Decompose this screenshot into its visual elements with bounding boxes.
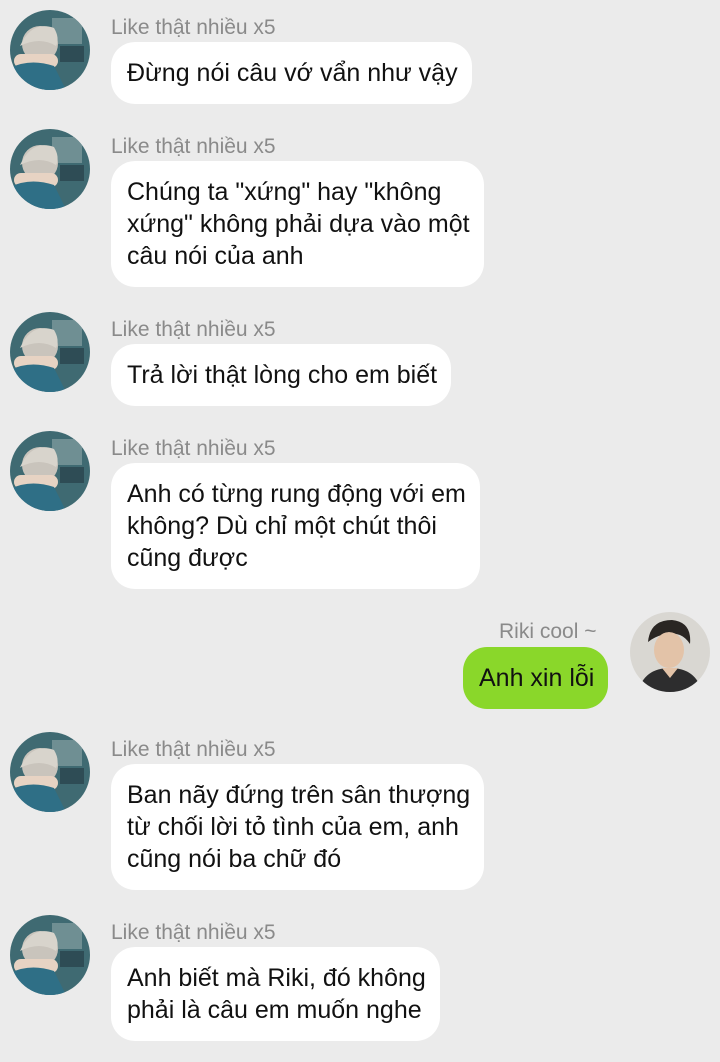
avatar-boy-icon[interactable] xyxy=(630,612,710,692)
avatar-girl-icon[interactable] xyxy=(10,10,90,90)
avatar-girl-icon[interactable] xyxy=(10,129,90,209)
sender-name: Like thật nhiều x5 xyxy=(111,738,276,761)
message-bubble[interactable]: Chúng ta "xứng" hay "không xứng" không p… xyxy=(111,161,484,287)
message-text-line: Chúng ta "xứng" hay "không xyxy=(127,178,442,206)
message-text-line: xứng" không phải dựa vào một xyxy=(127,210,470,238)
message-text-line: Trả lời thật lòng cho em biết xyxy=(127,361,438,389)
message-text-line: Anh biết mà Riki, đó không xyxy=(127,964,426,992)
sender-name: Like thật nhiều x5 xyxy=(111,135,276,158)
message-text-line: câu nói của anh xyxy=(127,242,304,270)
message-text-line: Anh xin lỗi xyxy=(479,664,595,692)
message-bubble[interactable]: Đừng nói câu vớ vẩn như vậy xyxy=(111,42,472,104)
sender-name: Like thật nhiều x5 xyxy=(111,16,276,39)
message-bubble[interactable]: Ban nãy đứng trên sân thượng từ chối lời… xyxy=(111,764,485,890)
sender-name: Like thật nhiều x5 xyxy=(111,318,276,341)
avatar-girl-icon[interactable] xyxy=(10,431,90,511)
sender-name: Like thật nhiều x5 xyxy=(111,437,276,460)
message-text-line: phải là câu em muốn nghe xyxy=(127,996,422,1024)
message-bubble[interactable]: Anh biết mà Riki, đó không phải là câu e… xyxy=(111,947,440,1041)
message-text-line: cũng nói ba chữ đó xyxy=(127,845,342,873)
message-text-line: Ban nãy đứng trên sân thượng xyxy=(127,781,471,809)
avatar-girl-icon[interactable] xyxy=(10,732,90,812)
message-bubble[interactable]: Trả lời thật lòng cho em biết xyxy=(111,344,452,406)
sender-name: Riki cool ~ xyxy=(499,620,597,643)
sender-name: Like thật nhiều x5 xyxy=(111,921,276,944)
message-text-line: cũng được xyxy=(127,544,248,572)
avatar-girl-icon[interactable] xyxy=(10,915,90,995)
message-bubble[interactable]: Anh có từng rung động với em không? Dù c… xyxy=(111,463,480,589)
avatar-girl-icon[interactable] xyxy=(10,312,90,392)
message-text-line: không? Dù chỉ một chút thôi xyxy=(127,512,437,540)
message-text-line: Đừng nói câu vớ vẩn như vậy xyxy=(127,59,458,87)
message-text-line: từ chối lời tỏ tình của em, anh xyxy=(127,813,459,841)
message-text-line: Anh có từng rung động với em xyxy=(127,480,466,508)
message-bubble[interactable]: Anh xin lỗi xyxy=(463,647,609,709)
